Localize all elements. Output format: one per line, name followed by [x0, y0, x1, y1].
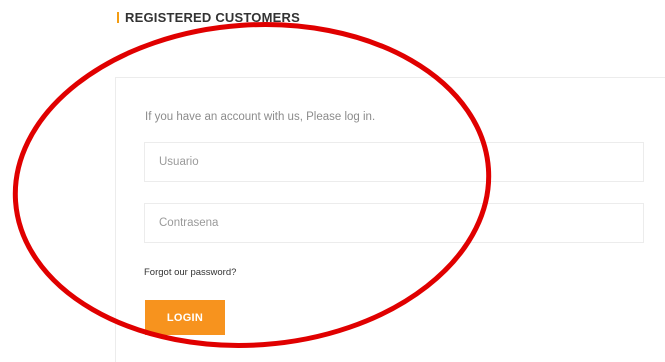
heading-accent-bar: [117, 12, 119, 23]
section-heading: REGISTERED CUSTOMERS: [117, 10, 300, 25]
login-intro-text: If you have an account with us, Please l…: [145, 111, 376, 123]
password-input[interactable]: [144, 203, 644, 243]
login-button[interactable]: LOGIN: [145, 300, 225, 335]
forgot-password-link[interactable]: Forgot our password?: [144, 267, 236, 278]
username-input[interactable]: [144, 142, 644, 182]
page: REGISTERED CUSTOMERS If you have an acco…: [0, 0, 665, 362]
section-title-text: REGISTERED CUSTOMERS: [125, 10, 300, 25]
